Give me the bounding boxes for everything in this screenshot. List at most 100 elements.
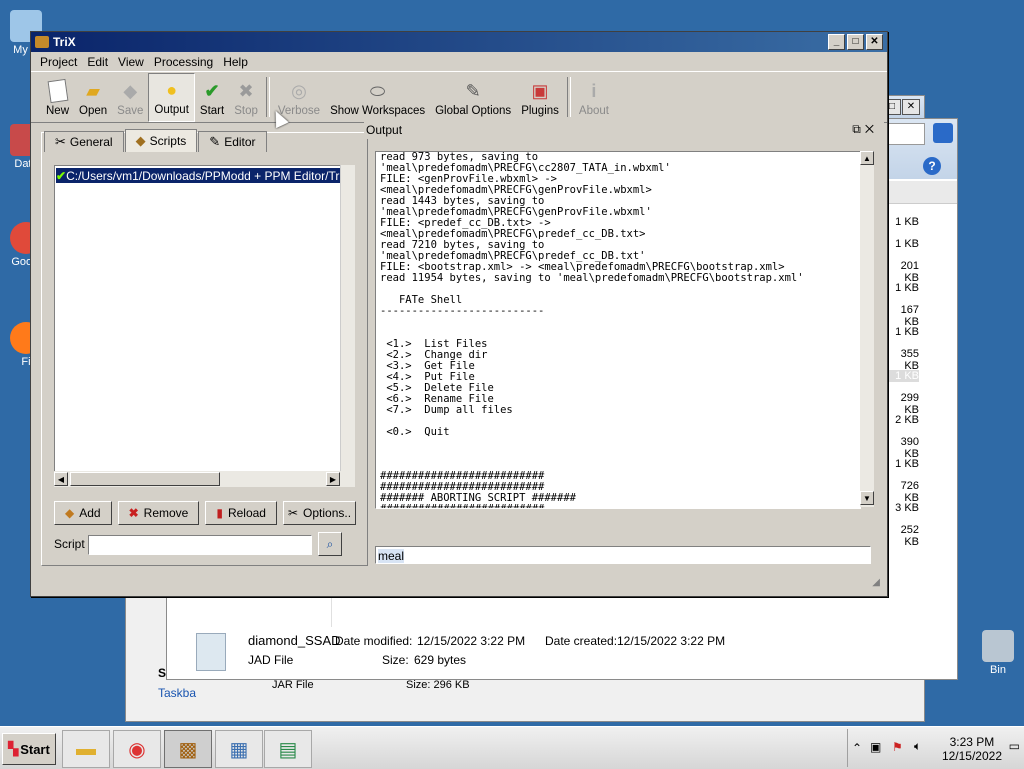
menu-edit[interactable]: Edit <box>82 55 113 69</box>
network-icon: ▦ <box>229 738 249 761</box>
script-list-vscroll[interactable] <box>340 165 355 487</box>
tray-network-icon[interactable]: ▣ <box>870 740 881 754</box>
start-button[interactable]: ▚ Start <box>2 733 56 765</box>
script-list-item[interactable]: ✔ C:/Users/vm1/Downloads/PPModd + PPM Ed… <box>56 168 341 183</box>
script-path: C:/Users/vm1/Downloads/PPModd + PPM Edit… <box>66 168 341 183</box>
scroll-up-arrow[interactable]: ▲ <box>860 151 874 165</box>
clock-time: 3:23 PM <box>949 735 995 749</box>
toolbar-separator <box>265 77 270 117</box>
resize-grip-icon[interactable]: ◢ <box>872 577 880 588</box>
scroll-left-arrow[interactable]: ◀ <box>54 472 68 486</box>
maximize-button[interactable]: □ <box>847 34 864 50</box>
open-button[interactable]: ▰ Open <box>74 73 112 122</box>
detail-created: 12/15/2022 3:22 PM <box>617 634 726 648</box>
plugins-button[interactable]: ▣ Plugins <box>516 73 564 122</box>
window-controls: _ □ ✕ <box>828 34 883 50</box>
chrome-icon: ◉ <box>128 738 146 761</box>
scroll-right-arrow[interactable]: ▶ <box>326 472 340 486</box>
size-cell: 1 KB <box>895 216 919 228</box>
console-vscroll[interactable]: ▲ ▼ <box>860 151 874 507</box>
add-button[interactable]: ◆ Add <box>54 501 112 525</box>
clock[interactable]: 3:23 PM 12/15/2022 <box>942 735 1002 763</box>
remote-desktop-icon: ▤ <box>278 738 298 761</box>
detail-size: 629 bytes <box>414 653 467 667</box>
close-icon[interactable]: ✕ <box>902 99 920 115</box>
detail-filename: diamond_SSAD <box>248 633 341 648</box>
menu-project[interactable]: Project <box>35 55 82 69</box>
scroll-down-arrow[interactable]: ▼ <box>860 491 874 505</box>
detail-modified: 12/15/2022 3:22 PM <box>417 634 526 648</box>
taskbar-remote[interactable]: ▤ <box>264 730 312 768</box>
script-label: Script <box>54 537 85 551</box>
save-button[interactable]: ◆ Save <box>112 73 148 122</box>
taskbar-trix[interactable]: ▩ <box>164 730 212 768</box>
trix-window[interactable]: TriX _ □ ✕ Project Edit View Processing … <box>30 31 888 597</box>
tab-general[interactable]: ✂ General <box>44 131 124 152</box>
details-pane: diamond_SSAD Date modified: 12/15/2022 3… <box>170 627 955 677</box>
detail-created-label: Date created: <box>545 634 618 648</box>
new-button[interactable]: New <box>41 73 74 122</box>
trix-logo-icon <box>35 36 49 48</box>
menu-bar: Project Edit View Processing Help <box>31 52 887 71</box>
about-button[interactable]: i About <box>574 73 614 122</box>
reload-button-label: Reload <box>227 506 266 520</box>
toolbar-separator <box>566 77 571 117</box>
output-button[interactable]: ● Output <box>148 73 195 122</box>
editor-icon: ✎ <box>209 134 221 149</box>
desktop-icon-recycle-bin[interactable]: Bin <box>972 630 1024 676</box>
script-buttons: ◆ Add ✖ Remove ▮ Reload ✂ Options.. <box>54 501 357 525</box>
remove-x-icon: ✖ <box>128 506 139 520</box>
tray-flag-icon[interactable]: ⚑ <box>892 740 903 754</box>
tray-volume-icon[interactable]: 🔈︎ <box>914 739 921 754</box>
menu-view[interactable]: View <box>113 55 149 69</box>
tab-scripts[interactable]: ◆ Scripts <box>124 129 198 152</box>
tray-expand-icon[interactable]: ⌃ <box>852 741 862 755</box>
size-cell: 1 KB <box>895 282 919 294</box>
next-file-size: Size: 296 KB <box>406 679 470 691</box>
show-workspaces-button[interactable]: ⬭ Show Workspaces <box>325 73 430 122</box>
global-options-button[interactable]: ✎ Global Options <box>430 73 516 122</box>
close-icon[interactable]: ✕ <box>865 122 878 136</box>
scroll-thumb[interactable] <box>70 472 220 486</box>
float-icon[interactable]: ⧉ <box>852 122 865 136</box>
stop-button[interactable]: ✖ Stop <box>229 73 263 122</box>
about-label: About <box>578 105 609 117</box>
new-button-label: New <box>46 105 70 117</box>
output-title: Output <box>366 123 403 137</box>
taskbar-chrome[interactable]: ◉ <box>113 730 161 768</box>
script-search-button[interactable]: ⌕ <box>318 532 342 556</box>
size-cell: 355 KB <box>900 348 919 372</box>
script-list[interactable]: ✔ C:/Users/vm1/Downloads/PPModd + PPM Ed… <box>54 165 342 487</box>
start-button[interactable]: ✔ Start <box>195 73 229 122</box>
detail-size-label: Size: <box>382 653 409 667</box>
options-button[interactable]: ✂ Options.. <box>282 501 357 525</box>
trix-titlebar[interactable]: TriX _ □ ✕ <box>31 32 887 52</box>
script-list-hscroll[interactable]: ◀ ▶ <box>54 471 342 487</box>
menu-processing[interactable]: Processing <box>149 55 218 69</box>
command-value: meal <box>378 549 405 563</box>
minimize-button[interactable]: _ <box>828 34 845 50</box>
tab-editor[interactable]: ✎ Editor <box>198 131 267 152</box>
output-console[interactable]: read 973 bytes, saving to 'meal\predefom… <box>375 151 861 509</box>
search-icon[interactable] <box>933 123 953 143</box>
remove-button-label: Remove <box>143 506 189 520</box>
close-button[interactable]: ✕ <box>866 34 883 50</box>
start-button-label: Start <box>199 105 225 117</box>
checkmark-icon[interactable]: ✔ <box>56 169 66 183</box>
checkmark-icon: ✔ <box>204 81 220 101</box>
remove-button[interactable]: ✖ Remove <box>117 501 200 525</box>
panel-controls: ⧉✕ <box>852 122 878 137</box>
window-title: TriX <box>53 35 76 49</box>
file-icon <box>196 633 226 671</box>
command-input[interactable]: meal <box>375 546 871 564</box>
menu-help[interactable]: Help <box>218 55 253 69</box>
taskbar-explorer[interactable]: ▬ <box>62 730 110 768</box>
notification-icon[interactable]: ▭ <box>1009 739 1020 753</box>
reload-button[interactable]: ▮ Reload <box>205 501 277 525</box>
size-cell: 1 KB <box>895 238 919 250</box>
taskbar-network[interactable]: ▦ <box>215 730 263 768</box>
help-icon[interactable]: ? <box>923 157 941 175</box>
script-input[interactable] <box>88 535 312 555</box>
windows-logo-icon: ▚ <box>8 741 19 756</box>
next-file-row: JAR File Size: 296 KB <box>170 677 955 697</box>
